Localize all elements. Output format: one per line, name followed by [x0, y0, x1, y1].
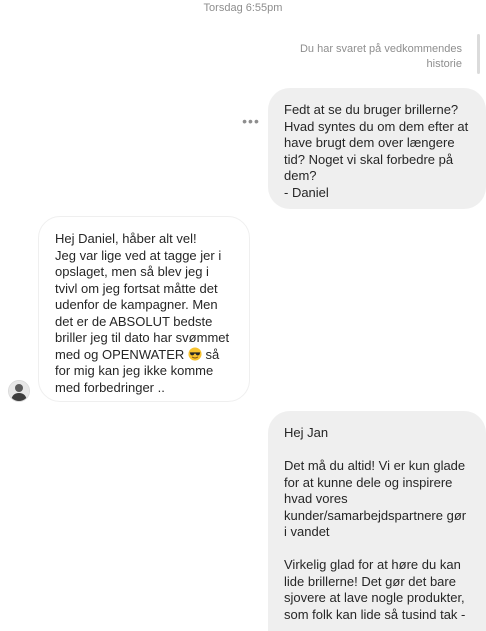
message-timestamp: Torsdag 6:55pm	[203, 2, 283, 14]
sunglasses-emoji-icon	[188, 346, 202, 361]
sender-avatar[interactable]	[8, 380, 30, 402]
user-avatar-icon	[9, 381, 29, 401]
message-text: Hej Daniel, håber alt vel! Jeg var lige …	[55, 231, 230, 395]
incoming-message[interactable]: Hej Daniel, håber alt vel! Jeg var lige …	[38, 216, 250, 402]
outgoing-message[interactable]: Hej Jan Det må du altid! Vi er kun glade…	[268, 411, 486, 631]
message-text: Hej Jan Det må du altid! Vi er kun glade…	[284, 425, 467, 622]
story-reply-note: Du har svaret på vedkommendes historie	[299, 43, 462, 70]
message-text: Fedt at se du bruger brillerne? Hvad syn…	[284, 102, 469, 200]
more-options-icon[interactable]: •••	[240, 114, 262, 128]
outgoing-message[interactable]: Fedt at se du bruger brillerne? Hvad syn…	[268, 88, 486, 209]
story-reply-indicator	[477, 34, 480, 74]
